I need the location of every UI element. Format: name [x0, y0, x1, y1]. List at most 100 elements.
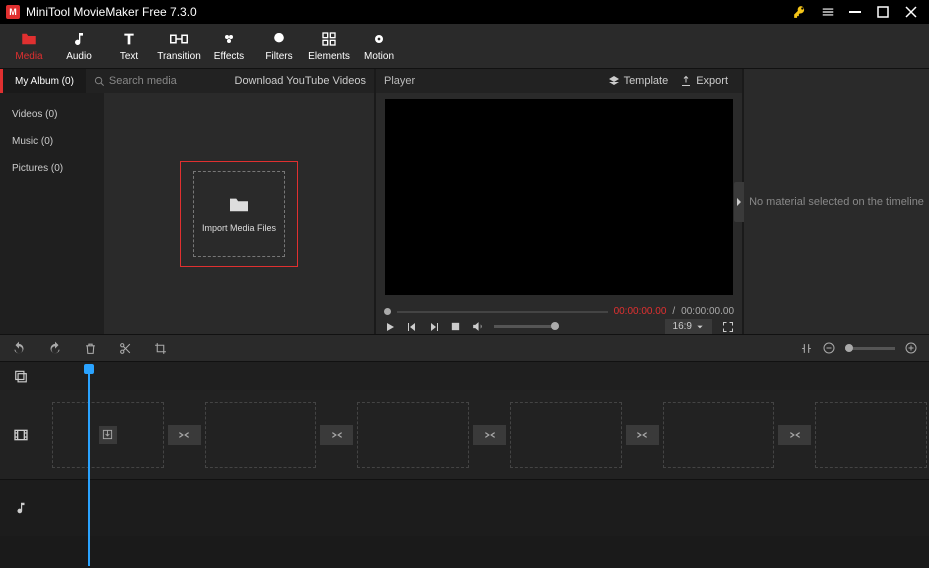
media-category-list: Videos (0) Music (0) Pictures (0) — [0, 93, 104, 334]
filters-icon — [270, 30, 288, 48]
next-frame-button[interactable] — [428, 321, 440, 333]
template-button[interactable]: Template — [602, 75, 675, 87]
tab-effects-label: Effects — [214, 51, 244, 62]
tab-media-label: Media — [15, 51, 42, 62]
video-preview[interactable] — [385, 99, 733, 295]
download-youtube-button[interactable]: Download YouTube Videos — [212, 75, 375, 87]
clip-slot[interactable] — [663, 402, 775, 468]
undo-button[interactable] — [12, 341, 26, 355]
main-tabbar: Media Audio Text Transition Effects Filt… — [0, 24, 929, 69]
elements-icon — [320, 30, 338, 48]
sidebar-item-music[interactable]: Music (0) — [0, 128, 104, 155]
download-youtube-label: Download YouTube Videos — [235, 75, 367, 87]
fullscreen-button[interactable] — [722, 321, 734, 333]
effects-icon — [220, 30, 238, 48]
minimize-icon[interactable] — [849, 6, 867, 18]
playhead-handle[interactable] — [84, 364, 94, 374]
tab-text[interactable]: Text — [104, 24, 154, 68]
zoom-slider[interactable] — [845, 347, 895, 350]
transition-icon — [170, 30, 188, 48]
app-logo-icon: M — [6, 5, 20, 19]
tab-elements-label: Elements — [308, 51, 350, 62]
search-placeholder: Search media — [109, 75, 177, 87]
app-title: MiniTool MovieMaker Free 7.3.0 — [26, 5, 793, 19]
time-duration: 00:00:00.00 — [681, 306, 734, 317]
import-media-label: Import Media Files — [202, 223, 276, 233]
my-album-tab[interactable]: My Album (0) — [0, 69, 86, 93]
zoom-out-button[interactable] — [823, 342, 835, 354]
timeline-toolbar — [0, 334, 929, 362]
inspector-empty-message: No material selected on the timeline — [749, 196, 924, 208]
titlebar: M MiniTool MovieMaker Free 7.3.0 — [0, 0, 929, 24]
time-current: 00:00:00.00 — [614, 306, 667, 317]
export-label: Export — [696, 75, 728, 87]
clip-slot[interactable] — [815, 402, 927, 468]
tab-audio[interactable]: Audio — [54, 24, 104, 68]
player-title: Player — [384, 75, 602, 87]
clip-slot[interactable] — [510, 402, 622, 468]
time-separator: / — [672, 306, 675, 317]
search-media-input[interactable]: Search media — [86, 75, 212, 87]
clip-slot[interactable] — [357, 402, 469, 468]
transition-slot[interactable] — [320, 425, 353, 445]
timeline-audio-track[interactable] — [0, 480, 929, 536]
text-icon — [120, 30, 138, 48]
aspect-ratio-value: 16:9 — [673, 321, 692, 332]
folder-icon — [20, 30, 38, 48]
tab-media[interactable]: Media — [4, 24, 54, 68]
export-icon — [680, 75, 692, 87]
play-button[interactable] — [384, 321, 396, 333]
track-manager-button[interactable] — [14, 369, 28, 383]
sidebar-item-videos[interactable]: Videos (0) — [0, 101, 104, 128]
progress-track[interactable] — [397, 311, 608, 313]
redo-button[interactable] — [48, 341, 62, 355]
progress-handle[interactable] — [384, 308, 391, 315]
tab-transition[interactable]: Transition — [154, 24, 204, 68]
delete-button[interactable] — [84, 342, 97, 355]
inspector-collapse-button[interactable] — [734, 182, 744, 222]
media-panel: My Album (0) Search media Download YouTu… — [0, 69, 374, 334]
chevron-down-icon — [696, 323, 704, 331]
split-button[interactable] — [119, 342, 132, 355]
stop-button[interactable] — [450, 321, 461, 332]
tab-transition-label: Transition — [157, 51, 201, 62]
tab-filters-label: Filters — [265, 51, 292, 62]
import-media-button[interactable]: Import Media Files — [193, 171, 285, 257]
video-track-icon — [13, 427, 29, 443]
tab-motion-label: Motion — [364, 51, 394, 62]
auto-fit-button[interactable] — [800, 342, 813, 355]
template-icon — [608, 75, 620, 87]
search-icon — [94, 76, 105, 87]
transition-slot[interactable] — [626, 425, 659, 445]
template-label: Template — [624, 75, 669, 87]
timeline-ruler[interactable] — [0, 362, 929, 390]
transition-slot[interactable] — [778, 425, 811, 445]
tab-text-label: Text — [120, 51, 138, 62]
transition-slot[interactable] — [473, 425, 506, 445]
playhead-line — [88, 366, 90, 566]
tab-elements[interactable]: Elements — [304, 24, 354, 68]
tab-filters[interactable]: Filters — [254, 24, 304, 68]
volume-button[interactable] — [471, 320, 484, 333]
transition-slot[interactable] — [168, 425, 201, 445]
zoom-in-button[interactable] — [905, 342, 917, 354]
sidebar-item-pictures[interactable]: Pictures (0) — [0, 155, 104, 182]
tab-motion[interactable]: Motion — [354, 24, 404, 68]
crop-button[interactable] — [154, 342, 167, 355]
clip-slot[interactable] — [205, 402, 317, 468]
folder-icon — [228, 195, 250, 213]
close-icon[interactable] — [905, 6, 923, 18]
maximize-icon[interactable] — [877, 6, 895, 18]
player-panel: Player Template Export 00:00:00.00 / 00:… — [376, 69, 742, 334]
download-icon — [220, 76, 231, 87]
inspector-panel: No material selected on the timeline — [744, 69, 929, 334]
upgrade-key-icon[interactable] — [793, 5, 811, 19]
volume-slider[interactable] — [494, 325, 559, 328]
aspect-ratio-select[interactable]: 16:9 — [665, 319, 712, 334]
tab-effects[interactable]: Effects — [204, 24, 254, 68]
prev-frame-button[interactable] — [406, 321, 418, 333]
clip-slot[interactable] — [52, 402, 164, 468]
export-button[interactable]: Export — [674, 75, 734, 87]
menu-icon[interactable] — [821, 5, 839, 19]
motion-icon — [370, 30, 388, 48]
